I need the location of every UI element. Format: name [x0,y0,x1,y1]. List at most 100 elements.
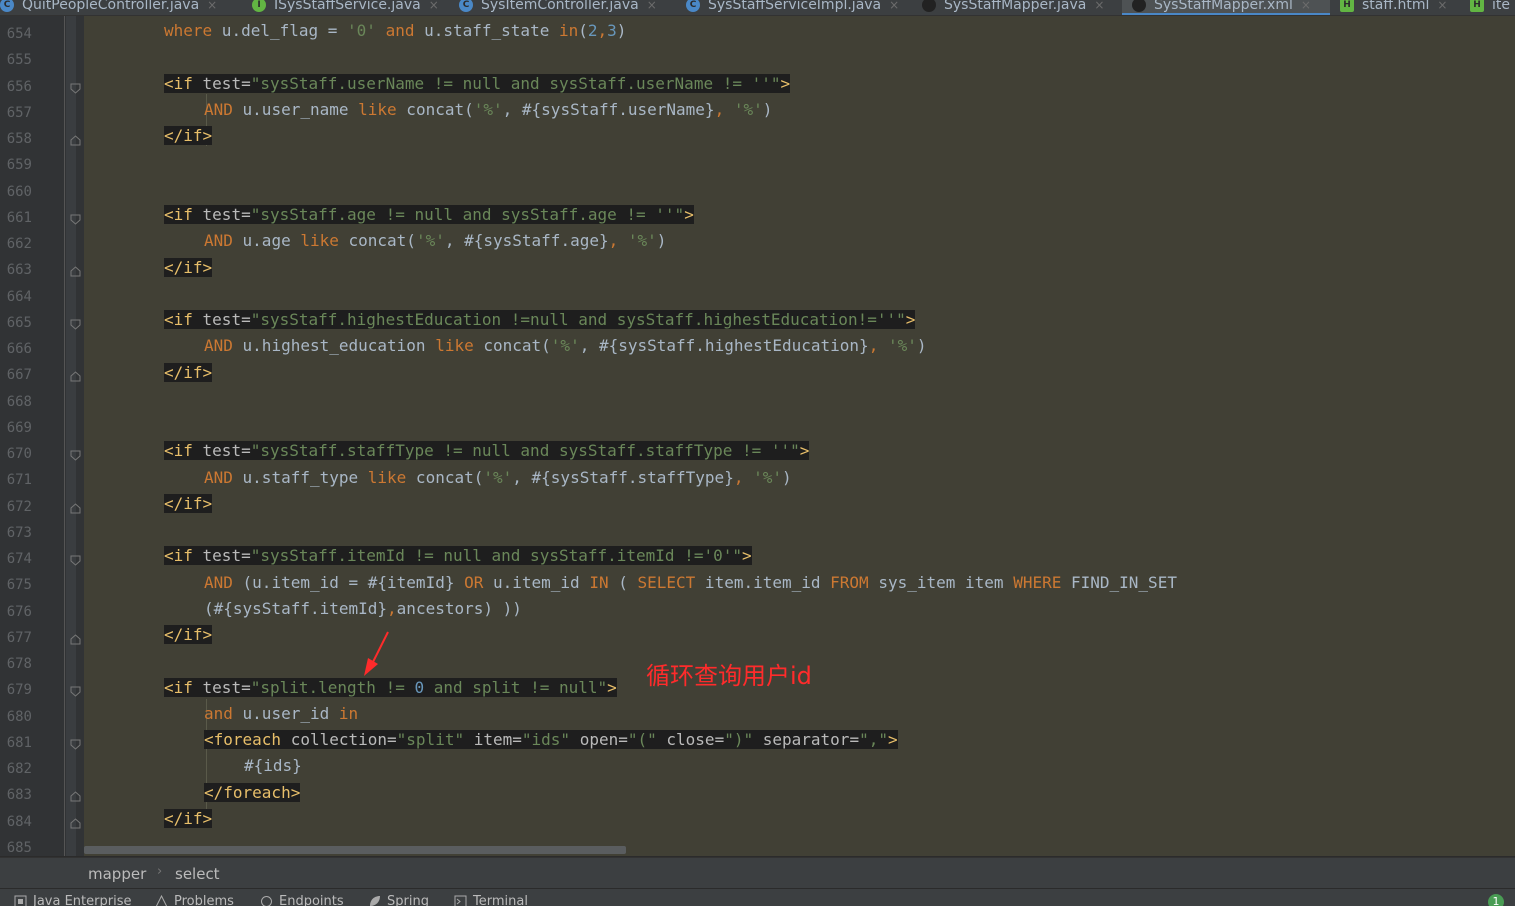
notification-badge[interactable]: 1 [1488,894,1504,906]
close-icon[interactable]: × [1437,0,1447,12]
code-line-682: #{ids} [244,756,302,775]
line-number: 657 [6,104,32,121]
breadcrumb-item-mapper[interactable]: mapper [88,865,146,883]
line-number: 663 [6,262,32,279]
tab-sysstaffmapper-java[interactable]: SysStaffMapper.java × [922,0,1104,15]
warning-icon [155,895,168,906]
fold-close-icon[interactable] [70,502,81,514]
fold-close-icon[interactable] [70,634,81,645]
tab-item-html[interactable]: Hite [1470,0,1510,15]
line-number: 675 [6,577,32,594]
line-number: 682 [6,761,32,777]
line-number: 661 [6,209,32,226]
line-number: 684 [6,813,32,830]
code-line-654: where u.del_flag = '0' and u.staff_state… [164,21,627,40]
code-line-680: and u.user_id in [204,704,359,723]
tab-label: ISysStaffService.java [274,0,421,13]
breadcrumb-item-select[interactable]: select [175,865,220,883]
code-line-684: </if> [164,809,213,828]
fold-close-icon[interactable] [70,817,81,829]
fold-open-icon[interactable] [70,83,81,94]
toolwindow-terminal[interactable]: Terminal [454,894,528,906]
tab-label: ite [1492,0,1510,13]
line-number: 668 [6,393,32,410]
fold-open-icon[interactable] [70,450,81,461]
close-icon[interactable]: × [1094,0,1104,12]
fold-close-icon[interactable] [70,791,81,802]
toolwindow-java-enterprise[interactable]: Java Enterprise [14,894,131,906]
tab-label: SysStaffMapper.java [944,0,1087,13]
code-line-663: </if> [164,258,213,277]
code-line-679: <if test="split.length != 0 and split !=… [164,678,617,697]
fold-open-icon[interactable] [70,739,81,750]
code-line-675: AND (u.item_id = #{itemId} OR u.item_id … [204,573,1177,592]
java-enterprise-icon [14,895,27,906]
html-file-icon: H [1340,0,1354,12]
tab-sysstaffserviceimpl[interactable]: C SysStaffServiceImpl.java × [686,0,899,15]
fold-close-icon[interactable] [70,266,81,277]
line-number: 659 [6,157,32,174]
tab-label: SysStaffMapper.xml [1154,0,1293,13]
tab-isysstaffservice[interactable]: I ISysStaffService.java × [252,0,439,15]
tool-window-bar: Java Enterprise Problems Endpoints Sprin… [0,888,1515,906]
code-line-656: <if test="sysStaff.userName != null and … [164,74,791,93]
code-line-658: </if> [164,126,213,145]
close-icon[interactable]: × [647,0,657,12]
java-class-icon: C [0,0,14,12]
code-line-665: <if test="sysStaff.highestEducation !=nu… [164,310,916,329]
endpoints-icon [261,896,272,906]
line-number: 669 [6,419,32,436]
line-number: 679 [6,682,32,699]
line-number: 664 [6,288,32,305]
line-number: 672 [6,498,32,515]
close-icon[interactable]: × [207,0,217,12]
tab-sysstaffmapper-xml[interactable]: SysStaffMapper.xml × [1122,0,1330,15]
tab-quitpeoplecontroller[interactable]: C QuitPeopleController.java × [0,0,217,15]
tab-label: SysItemController.java [481,0,639,13]
tab-staff-html[interactable]: Hstaff.html × [1340,0,1447,15]
line-number: 658 [6,131,32,147]
close-icon[interactable]: × [1301,0,1311,12]
tab-label: staff.html [1362,0,1430,13]
line-number: 677 [6,629,32,646]
code-line-666: AND u.highest_education like concat('%',… [204,336,927,355]
code-editor[interactable]: where u.del_flag = '0' and u.staff_state… [84,16,1515,856]
line-number: 685 [6,839,32,856]
fold-open-icon[interactable] [70,686,81,697]
code-line-683: </foreach> [204,783,301,802]
close-icon[interactable]: × [889,0,899,12]
code-line-670: <if test="sysStaff.staffType != null and… [164,441,810,460]
code-line-657: AND u.user_name like concat('%', #{sysSt… [204,100,773,119]
line-number: 666 [6,341,32,357]
code-line-667: </if> [164,363,213,382]
fold-close-icon[interactable] [70,371,81,382]
line-number: 665 [6,314,32,331]
gutter-divider [64,16,65,856]
fold-open-icon[interactable] [70,214,81,225]
fold-open-icon[interactable] [70,555,81,566]
line-number: 673 [6,524,32,541]
code-line-671: AND u.staff_type like concat('%', #{sysS… [204,468,792,487]
spring-leaf-icon [370,896,380,906]
fold-close-icon[interactable] [70,135,81,146]
toolwindow-problems[interactable]: Problems [155,894,234,906]
code-line-672: </if> [164,494,213,513]
toolwindow-spring[interactable]: Spring [368,894,429,906]
tab-label: QuitPeopleController.java [22,0,200,13]
code-line-681: <foreach collection="split" item="ids" o… [204,730,898,749]
breadcrumb: mapper › select [0,857,1515,888]
line-number: 667 [6,367,32,384]
tab-sysitemcontroller[interactable]: C SysItemController.java × [459,0,657,15]
close-icon[interactable]: × [429,0,439,12]
horizontal-scrollbar[interactable] [84,846,626,854]
line-number: 671 [6,472,32,489]
line-number: 680 [6,708,32,725]
line-number: 670 [6,446,32,462]
code-line-677: </if> [164,625,213,644]
annotation-arrow-icon [364,631,389,676]
code-line-674: <if test="sysStaff.itemId != null and sy… [164,546,752,565]
annotation-text: 循环查询用户id [646,662,812,690]
mybatis-bird-icon [922,0,936,12]
toolwindow-endpoints[interactable]: Endpoints [260,894,344,906]
fold-open-icon[interactable] [70,319,81,330]
